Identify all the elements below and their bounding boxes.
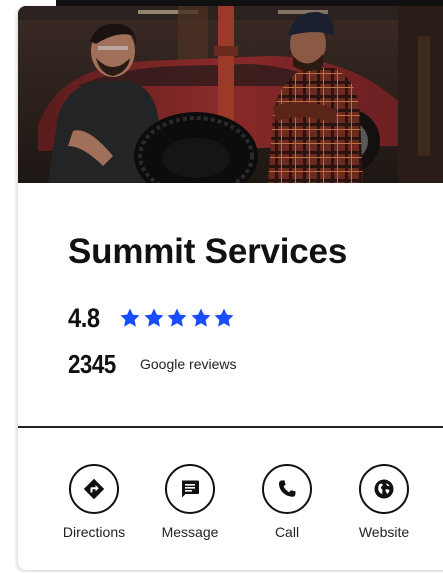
directions-button[interactable]: Directions <box>46 464 142 540</box>
star-icon <box>191 308 210 327</box>
message-button[interactable]: Message <box>142 464 238 540</box>
call-button[interactable]: Call <box>239 464 335 540</box>
directions-icon <box>83 478 105 500</box>
directions-button-circle[interactable] <box>69 464 119 514</box>
website-label: Website <box>358 524 410 540</box>
message-button-circle[interactable] <box>165 464 215 514</box>
action-bar: Directions Message Call Website <box>18 464 443 554</box>
star-icon <box>120 308 140 327</box>
website-button[interactable]: Website <box>336 464 432 540</box>
page: Summit Services 4.8 2345 Google reviews <box>0 0 443 573</box>
call-button-circle[interactable] <box>262 464 312 514</box>
rating-value: 4.8 <box>68 302 100 333</box>
rating-row: 4.8 <box>68 302 236 334</box>
reviews-count: 2345 <box>68 348 116 379</box>
call-label: Call <box>274 524 300 540</box>
star-icon <box>167 308 187 327</box>
star-icon <box>214 308 234 327</box>
mechanics-tire-photo <box>18 6 443 183</box>
star-icon <box>144 308 163 327</box>
star-rating <box>118 306 236 330</box>
website-button-circle[interactable] <box>359 464 409 514</box>
message-label: Message <box>161 524 219 540</box>
phone-icon <box>278 480 296 497</box>
business-card: Summit Services 4.8 2345 Google reviews <box>18 6 443 570</box>
section-divider <box>18 426 443 428</box>
hero-photo <box>18 6 443 183</box>
message-icon <box>182 480 199 498</box>
reviews-row: 2345 Google reviews <box>68 349 237 379</box>
reviews-label[interactable]: Google reviews <box>140 356 237 372</box>
business-name: Summit Services <box>68 232 348 271</box>
directions-label: Directions <box>62 524 126 540</box>
globe-icon <box>374 479 394 499</box>
